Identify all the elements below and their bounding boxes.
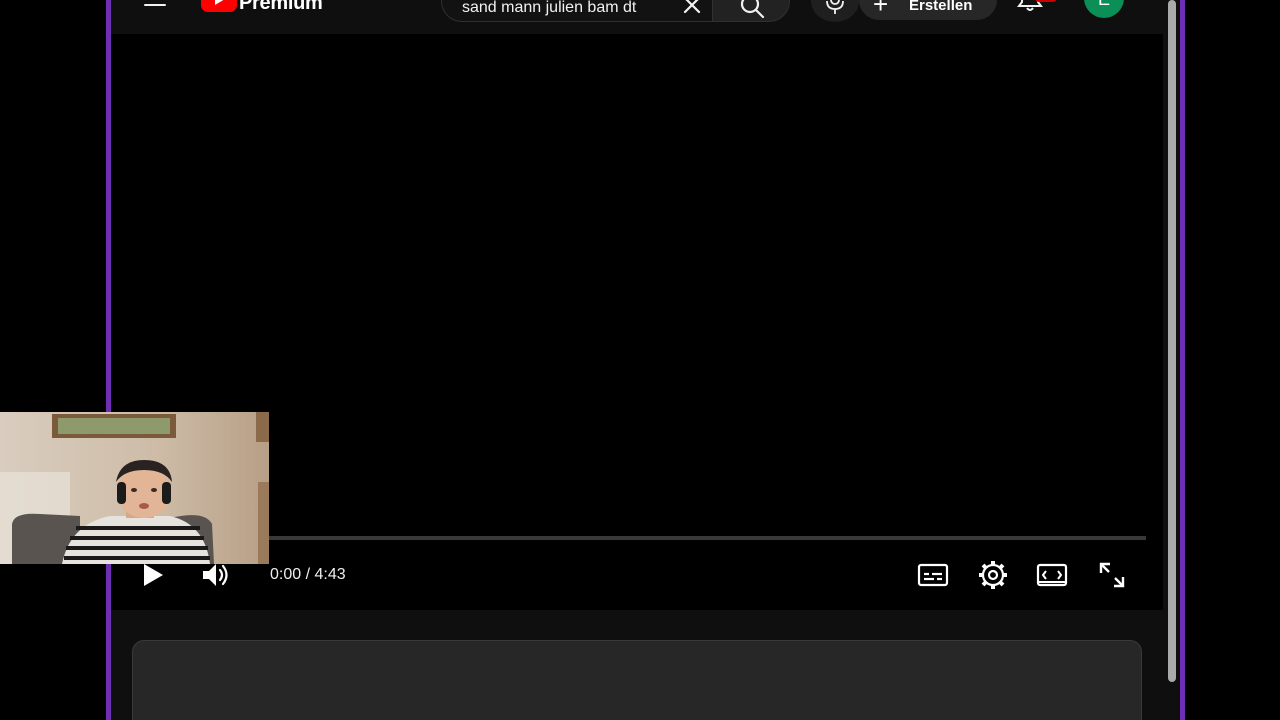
search-query-text[interactable]: sand mann julien bam dt [462,0,672,17]
duration: 4:43 [314,566,346,583]
browser-window: Premium sand mann julien bam dt + Erstel… [111,0,1180,720]
capture-frame-right [1180,0,1185,720]
time-display: 0:00 / 4:43 [270,566,346,584]
screen: Premium sand mann julien bam dt + Erstel… [0,0,1280,720]
voice-search-button[interactable] [811,0,859,22]
avatar[interactable]: E [1084,0,1124,18]
search-input[interactable]: sand mann julien bam dt [441,0,713,22]
webcam-image [0,412,269,564]
notification-badge [1035,0,1057,2]
scrollbar[interactable] [1163,0,1180,720]
current-time: 0:00 [270,566,302,583]
brand-label[interactable]: Premium [239,0,323,15]
plus-icon: + [873,0,889,19]
search-button[interactable] [712,0,790,22]
close-icon[interactable] [681,0,703,16]
video-info-card [132,640,1142,720]
gear-icon[interactable] [976,558,1010,592]
bell-icon[interactable] [1016,0,1044,16]
scrollbar-thumb[interactable] [1168,0,1176,682]
fullscreen-icon[interactable] [1095,558,1129,592]
theater-mode-icon[interactable] [1035,558,1069,592]
mic-icon [826,0,844,14]
progress-bar[interactable] [128,536,1146,540]
search-icon [740,0,765,19]
masthead: Premium sand mann julien bam dt + Erstel… [111,0,1163,34]
webcam-overlay [0,412,269,564]
create-label: Erstellen [909,0,973,14]
time-separator: / [305,566,311,583]
youtube-logo[interactable] [201,0,237,12]
create-button[interactable]: + Erstellen [859,0,997,20]
menu-icon[interactable] [144,0,166,10]
subtitles-icon[interactable] [916,558,950,592]
